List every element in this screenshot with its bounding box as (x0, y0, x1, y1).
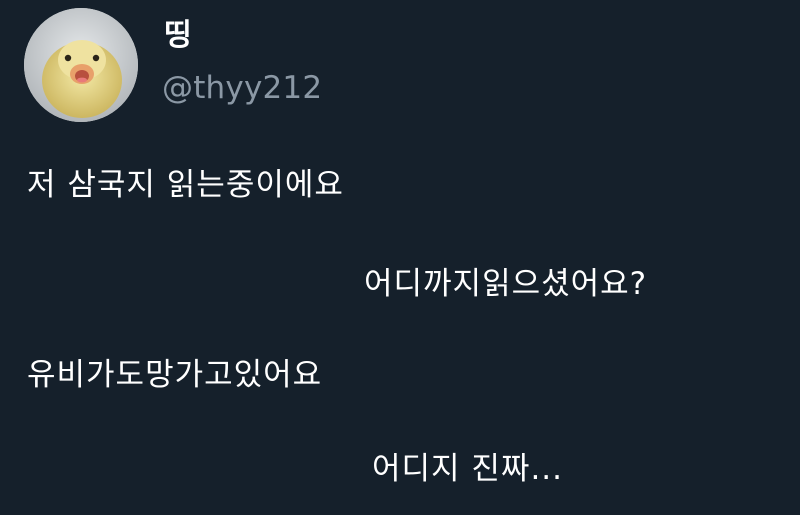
user-handle[interactable]: @thyy212 (162, 68, 322, 108)
avatar[interactable] (24, 8, 138, 122)
tweet-text-line: 어디까지읽으셨어요? (364, 266, 648, 302)
tweet-text-line: 유비가도망가고있어요 (27, 357, 323, 393)
tweet-text-line: 어디지 진짜... (372, 451, 564, 487)
display-name[interactable]: 띵 (164, 18, 192, 54)
duckling-avatar-icon (24, 8, 138, 122)
tweet: 띵 @thyy212 저 삼국지 읽는중이에요 어디까지읽으셨어요? 유비가도망… (0, 0, 800, 515)
tweet-text-line: 저 삼국지 읽는중이에요 (27, 167, 344, 203)
